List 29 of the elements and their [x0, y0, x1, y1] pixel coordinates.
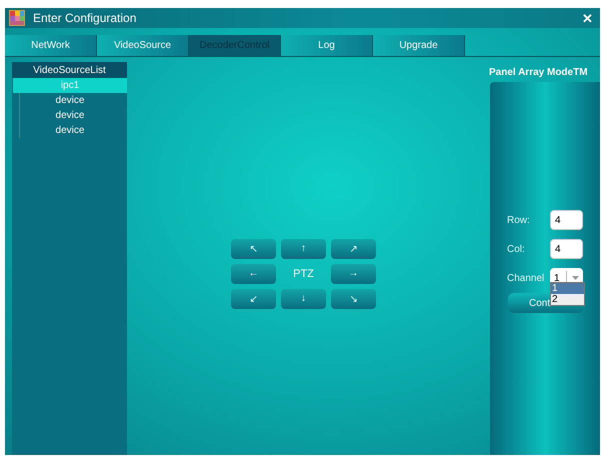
tree-item[interactable]: device — [13, 93, 127, 108]
ptz-button[interactable]: ↓ — [281, 288, 326, 308]
ptz-label: PTZ — [292, 266, 315, 282]
tab[interactable]: NetWork — [5, 35, 97, 56]
tab[interactable]: VideoSource — [97, 35, 189, 56]
ptz-button[interactable]: ↗ — [331, 238, 376, 258]
row-field[interactable]: 4 — [550, 210, 583, 230]
col-field[interactable]: 4 — [550, 239, 583, 259]
channel-label: Channel — [507, 272, 546, 284]
ptz-button[interactable]: ↑ — [281, 238, 326, 258]
dropdown-option[interactable]: 2 — [551, 294, 584, 305]
tab[interactable]: Log — [281, 35, 373, 56]
caret-icon — [572, 276, 578, 280]
ptz-button[interactable]: → — [331, 264, 376, 284]
window-title: Enter Configuration — [33, 11, 138, 25]
close-button[interactable]: ✕ — [579, 10, 596, 26]
tree-item[interactable]: device — [13, 123, 127, 138]
col-label: Col: — [507, 244, 526, 254]
ptz-button[interactable]: ↖ — [231, 238, 276, 258]
tab[interactable]: Upgrade — [373, 35, 465, 56]
app-icon — [9, 10, 25, 26]
ptz-button[interactable]: ↙ — [231, 288, 276, 308]
ptz-button[interactable]: ↘ — [331, 288, 376, 308]
tree-item[interactable]: device — [13, 108, 127, 123]
row-label: Row: — [507, 214, 531, 226]
list-header: VideoSourceList — [12, 62, 127, 78]
ptz-button[interactable]: ← — [231, 264, 276, 284]
dropdown-option[interactable]: 1 — [551, 283, 584, 294]
panel-title: Panel Array ModeTM — [489, 66, 589, 80]
